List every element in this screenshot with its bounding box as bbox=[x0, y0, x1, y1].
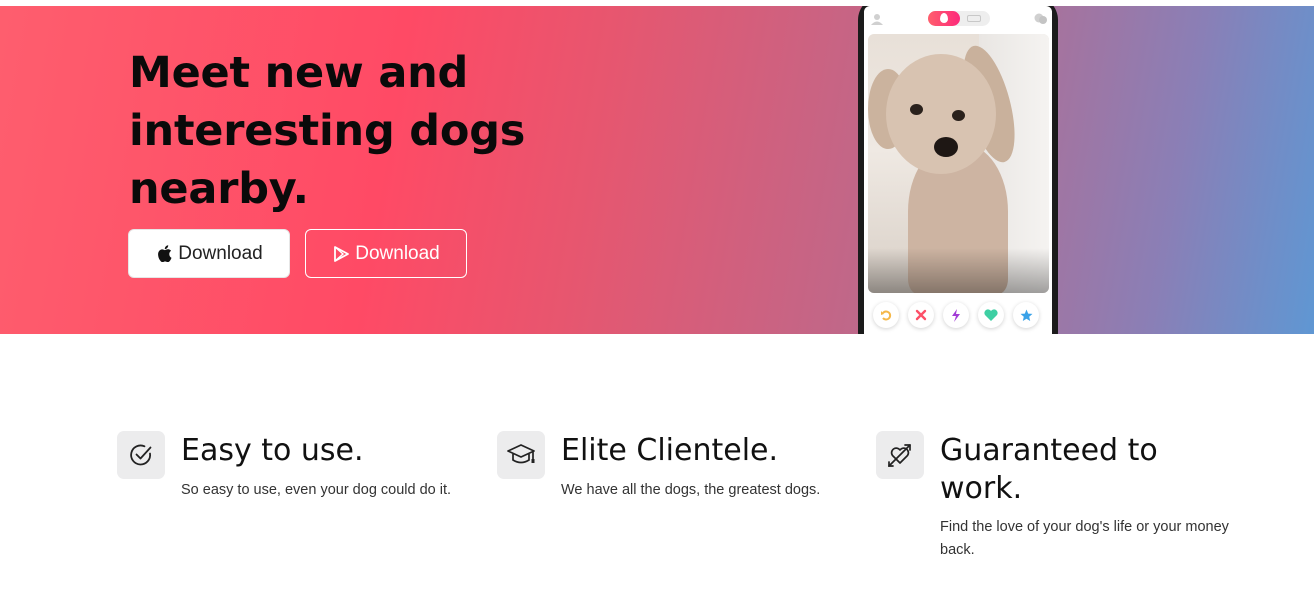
profile-icon bbox=[871, 14, 883, 25]
hero-section: Meet new and interesting dogs nearby. Do… bbox=[0, 6, 1314, 334]
phone-mockup bbox=[858, 6, 1058, 334]
feature-title: Easy to use. bbox=[181, 433, 364, 468]
play-store-icon bbox=[332, 245, 350, 263]
app-top-bar bbox=[864, 6, 1052, 32]
feature-title: Elite Clientele. bbox=[561, 433, 779, 468]
rewind-icon[interactable] bbox=[873, 302, 899, 328]
dog-photo[interactable] bbox=[868, 34, 1049, 293]
play-store-download-label: Download bbox=[355, 242, 440, 264]
hero-headline: Meet new and interesting dogs nearby. bbox=[129, 48, 526, 214]
swipe-actions bbox=[864, 299, 1052, 333]
feature-text: We have all the dogs, the greatest dogs. bbox=[561, 482, 821, 498]
phone-screen bbox=[864, 6, 1052, 334]
apple-download-label: Download bbox=[178, 242, 263, 264]
chat-icon bbox=[1034, 13, 1047, 24]
graduation-cap-icon bbox=[497, 431, 545, 479]
play-store-download-button[interactable]: Download bbox=[305, 229, 467, 278]
flame-icon bbox=[928, 11, 960, 26]
feature-text: Find the love of your dog's life or your… bbox=[940, 519, 1229, 558]
mode-toggle[interactable] bbox=[928, 11, 990, 26]
nope-icon[interactable] bbox=[908, 302, 934, 328]
like-icon[interactable] bbox=[978, 302, 1004, 328]
apple-icon bbox=[155, 245, 173, 263]
superlike-icon[interactable] bbox=[1013, 302, 1039, 328]
check-circle-icon bbox=[117, 431, 165, 479]
heart-arrow-icon bbox=[876, 431, 924, 479]
cards-icon bbox=[967, 15, 981, 22]
apple-download-button[interactable]: Download bbox=[128, 229, 290, 278]
feature-title: Guaranteed to work. bbox=[940, 433, 1158, 506]
boost-icon[interactable] bbox=[943, 302, 969, 328]
feature-text: So easy to use, even your dog could do i… bbox=[181, 482, 452, 498]
